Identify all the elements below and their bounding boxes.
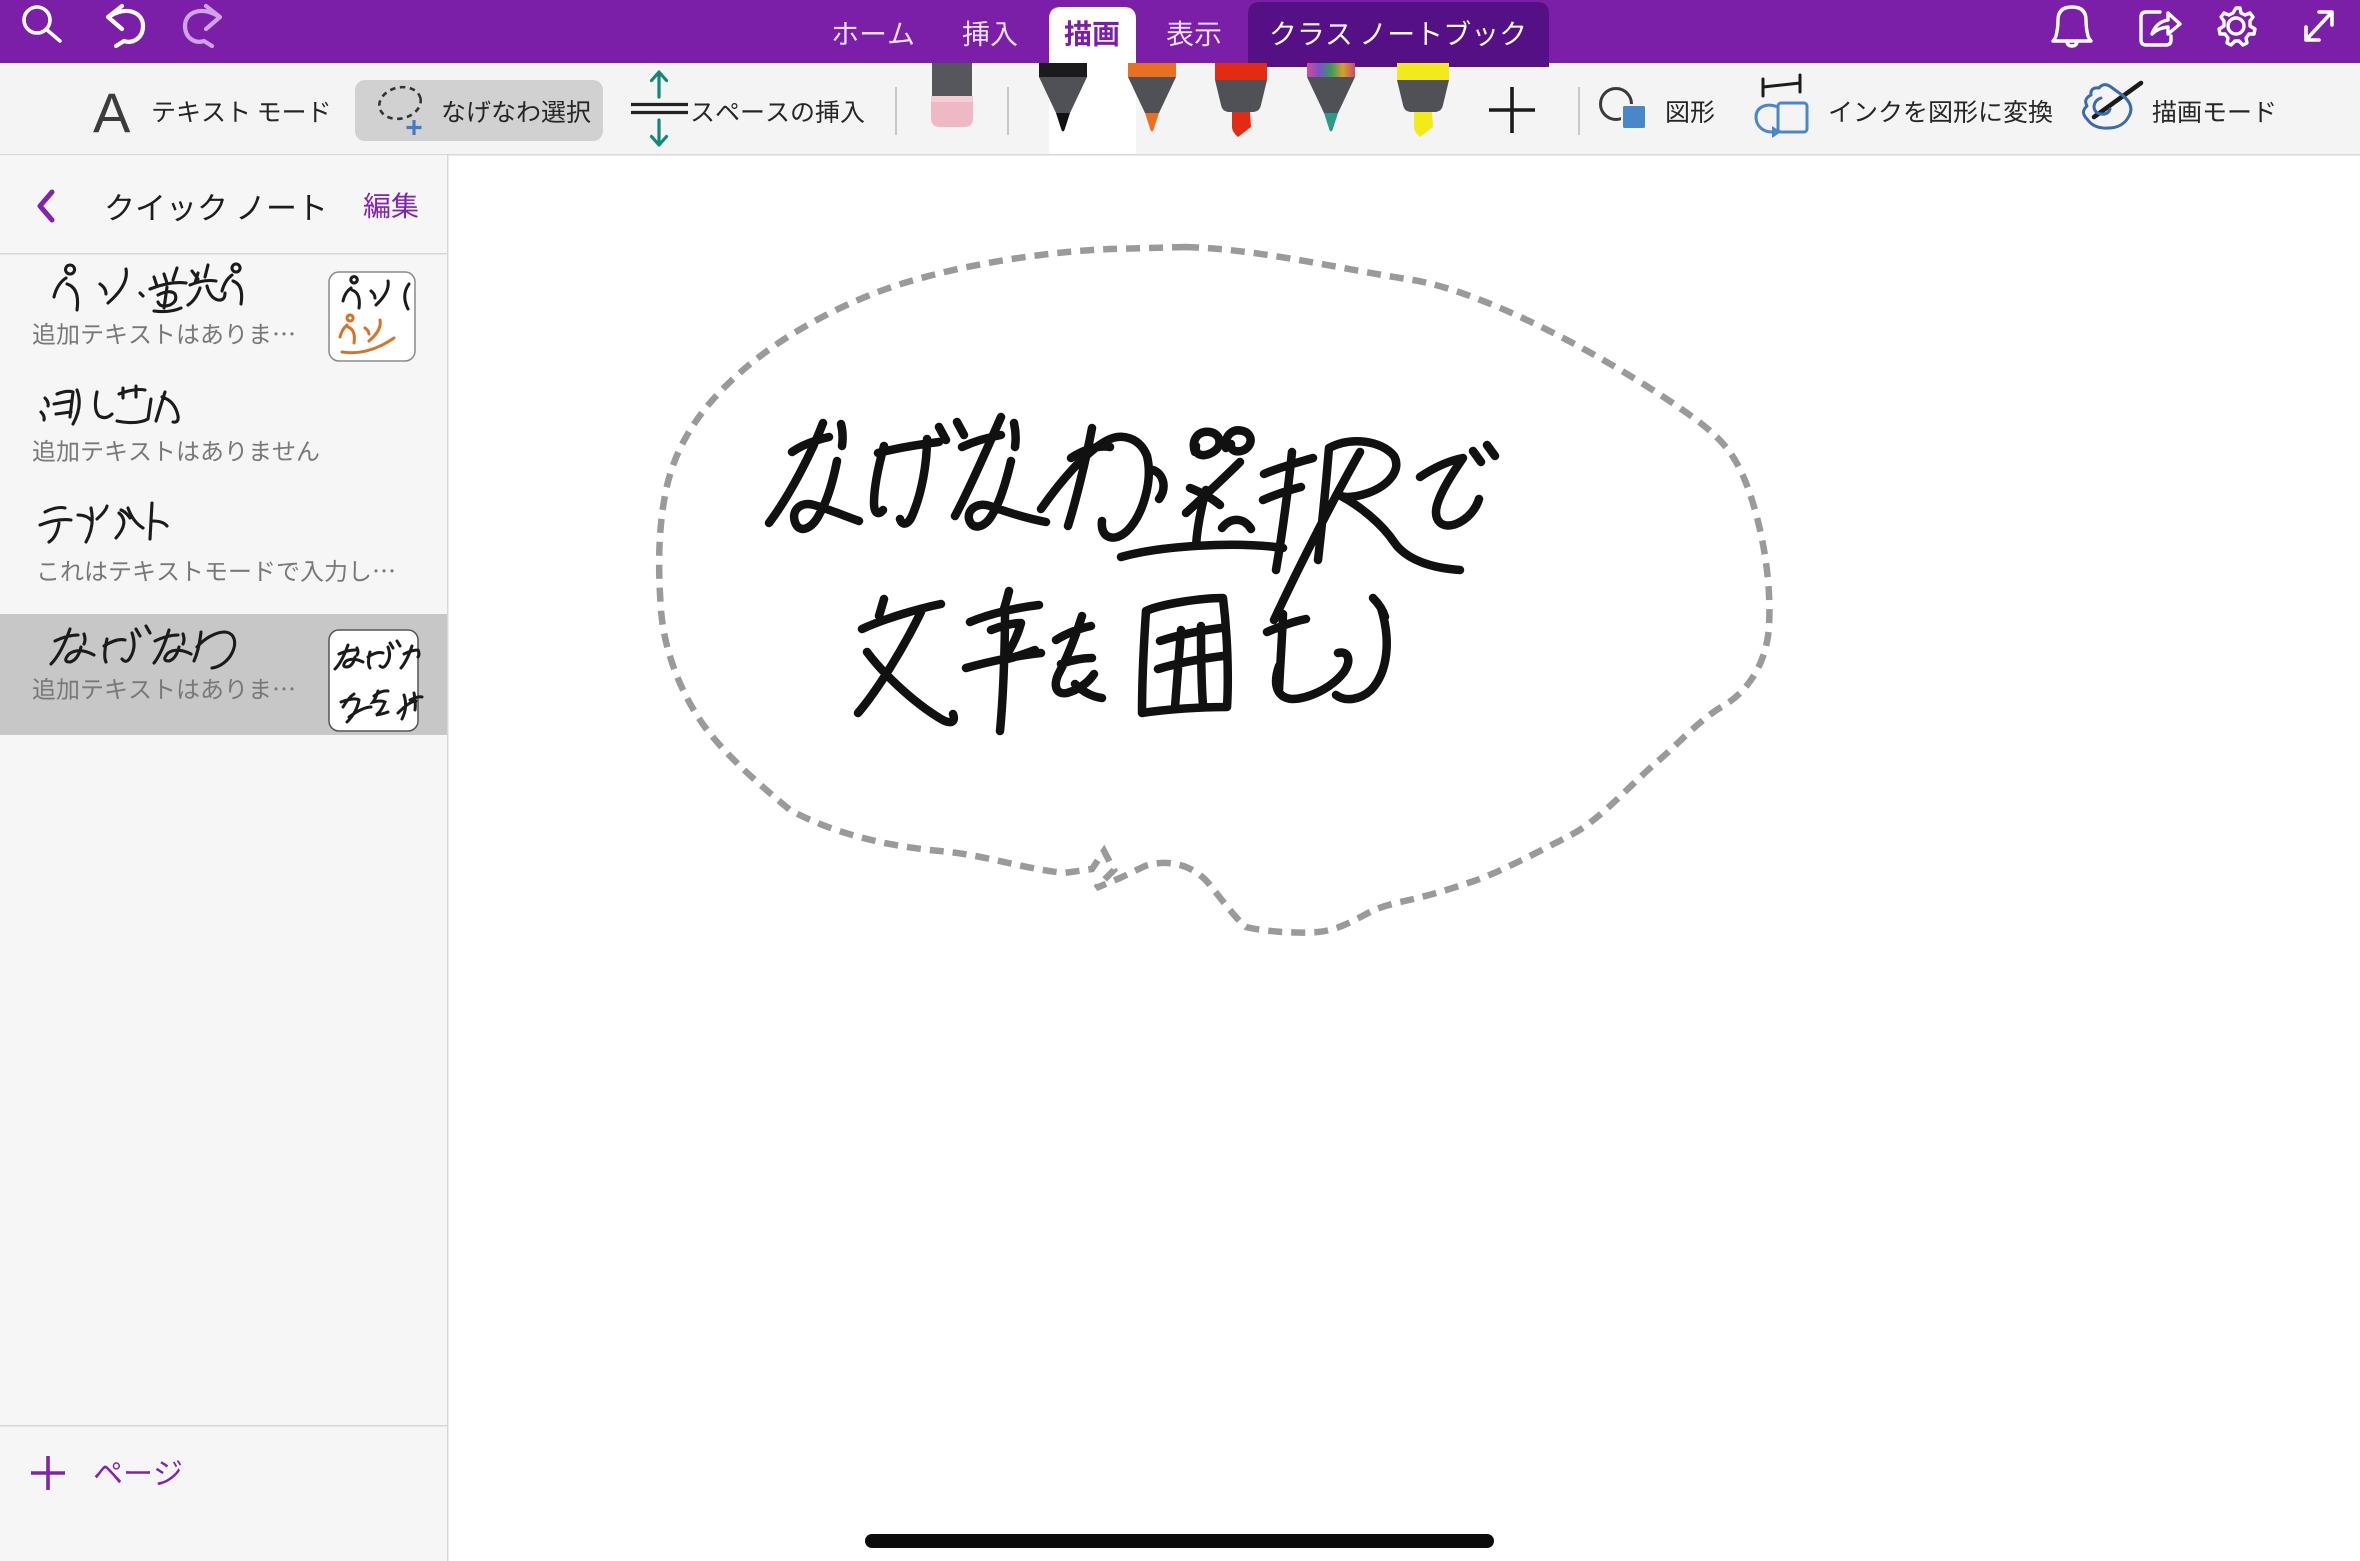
svg-text:A: A (93, 81, 131, 144)
